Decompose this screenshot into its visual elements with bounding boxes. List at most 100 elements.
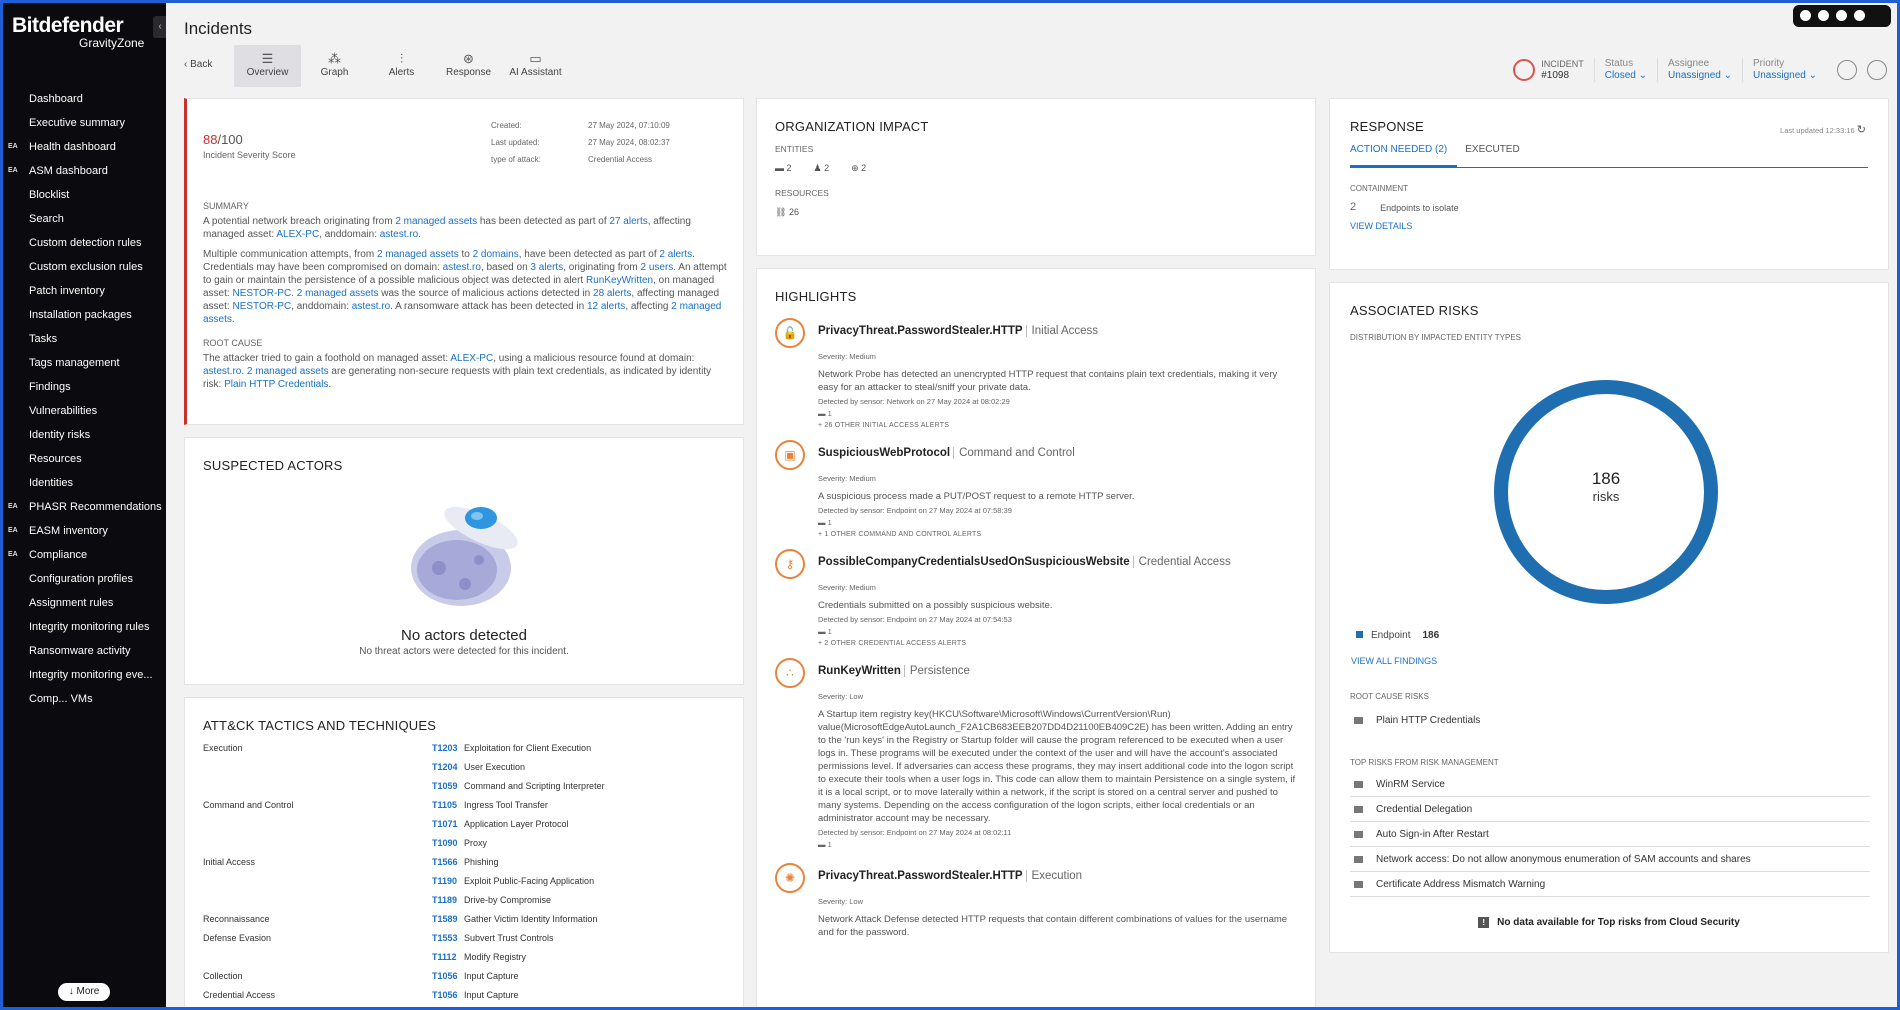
tab-executed[interactable]: EXECUTED — [1457, 144, 1519, 167]
highlight-count[interactable]: ▬ 1 — [818, 409, 1297, 418]
notifications-icon[interactable] — [1854, 10, 1865, 21]
technique-code[interactable]: T1566 — [432, 857, 464, 876]
settings-icon[interactable] — [1867, 60, 1887, 80]
highlight-detected: Detected by sensor: Endpoint on 27 May 2… — [818, 615, 1012, 624]
highlight-count[interactable]: ▬ 1 — [818, 840, 1297, 849]
sidebar-item-integrity-monitoring-rules[interactable]: Integrity monitoring rules — [3, 615, 166, 639]
sidebar-item-easm-inventory[interactable]: EA EASM inventory — [3, 519, 166, 543]
tab-ai-assistant[interactable]: ▭ AI Assistant — [502, 45, 569, 87]
sidebar-item-vulnerabilities[interactable]: Vulnerabilities — [3, 399, 166, 423]
highlight-count[interactable]: ▬ 1 — [818, 627, 1297, 636]
technique-code[interactable]: T1056 — [432, 990, 464, 1007]
endpoint-count[interactable]: ▬ 2 — [775, 163, 792, 174]
tab-graph[interactable]: ⁂ Graph — [301, 45, 368, 87]
more-button[interactable]: ↓ More — [58, 983, 110, 1001]
technique-code[interactable]: T1204 — [432, 762, 464, 781]
tab-alerts[interactable]: ⫶ Alerts — [368, 45, 435, 87]
top-risk-item[interactable]: Credential Delegation — [1350, 797, 1870, 822]
sidebar-item-custom-detection-rules[interactable]: Custom detection rules — [3, 231, 166, 255]
sidebar-item-comp-vms[interactable]: Comp... VMs — [3, 687, 166, 711]
top-risk-item[interactable]: Auto Sign-in After Restart — [1350, 822, 1870, 847]
assignee-dropdown[interactable]: Assignee Unassigned ⌄ — [1657, 58, 1742, 82]
sidebar-item-configuration-profiles[interactable]: Configuration profiles — [3, 567, 166, 591]
technique-code[interactable]: T1056 — [432, 971, 464, 990]
highlight-title[interactable]: PrivacyThreat.PasswordStealer.HTTP Execut… — [818, 863, 1297, 882]
top-risk-item[interactable]: Certificate Address Mismatch Warning — [1350, 872, 1870, 897]
sidebar-item-assignment-rules[interactable]: Assignment rules — [3, 591, 166, 615]
sidebar-item-search[interactable]: Search — [3, 207, 166, 231]
edit-icon[interactable] — [1837, 60, 1857, 80]
sidebar-item-label: Executive summary — [29, 117, 125, 129]
refresh-icon[interactable]: ↻ — [1857, 124, 1866, 136]
highlight-title[interactable]: PrivacyThreat.PasswordStealer.HTTP Initia… — [818, 318, 1297, 337]
top-risk-item[interactable]: WinRM Service — [1350, 772, 1870, 797]
gift-icon[interactable] — [1836, 10, 1847, 21]
suspected-actors-card: SUSPECTED ACTORS No actors detected No t… — [184, 437, 744, 685]
attack-row: T1189 Drive-by Compromise — [203, 895, 725, 914]
technique-code[interactable]: T1589 — [432, 914, 464, 933]
sidebar-item-label: Search — [29, 213, 64, 225]
response-icon: ⊛ — [463, 51, 474, 66]
resources-count[interactable]: ⛓ 26 — [775, 207, 1297, 218]
highlight-title[interactable]: RunKeyWritten Persistence — [818, 658, 1297, 677]
collapse-sidebar-button[interactable]: ‹ — [153, 16, 166, 38]
brand-logo[interactable]: Bitdefender GravityZone — [3, 3, 166, 55]
terminal-icon: ▣ — [775, 440, 805, 470]
sidebar-item-custom-exclusion-rules[interactable]: Custom exclusion rules — [3, 255, 166, 279]
donut-center: 186 risks — [1591, 469, 1621, 504]
other-alerts-link[interactable]: + 1 OTHER COMMAND AND CONTROL ALERTS — [818, 531, 1297, 538]
sidebar-item-phasr-recommendations[interactable]: EA PHASR Recommendations — [3, 495, 166, 519]
technique-name: Command and Scripting Interpreter — [464, 781, 605, 791]
sidebar-item-executive-summary[interactable]: Executive summary — [3, 111, 166, 135]
tactic-name — [203, 952, 432, 971]
view-details-link[interactable]: VIEW DETAILS — [1350, 221, 1868, 231]
shield-icon[interactable] — [1818, 10, 1829, 21]
sidebar-item-patch-inventory[interactable]: Patch inventory — [3, 279, 166, 303]
tab-overview[interactable]: ☰ Overview — [234, 45, 301, 87]
technique-code[interactable]: T1189 — [432, 895, 464, 914]
domain-count[interactable]: ⊕ 2 — [851, 163, 866, 174]
user-count[interactable]: ♟ 2 — [814, 163, 830, 174]
highlight-count[interactable]: ▬ 1 — [818, 518, 1297, 527]
sidebar-item-compliance[interactable]: EA Compliance — [3, 543, 166, 567]
no-actors-title: No actors detected — [401, 627, 527, 644]
sidebar-item-installation-packages[interactable]: Installation packages — [3, 303, 166, 327]
priority-dropdown[interactable]: Priority Unassigned ⌄ — [1742, 58, 1827, 82]
sidebar-item-tags-management[interactable]: Tags management — [3, 351, 166, 375]
other-alerts-link[interactable]: + 26 OTHER INITIAL ACCESS ALERTS — [818, 422, 1297, 429]
technique-code[interactable]: T1071 — [432, 819, 464, 838]
sidebar-item-identities[interactable]: Identities — [3, 471, 166, 495]
sidebar-item-health-dashboard[interactable]: EA Health dashboard — [3, 135, 166, 159]
sidebar-item-findings[interactable]: Findings — [3, 375, 166, 399]
sidebar-item-integrity-monitoring-eve[interactable]: Integrity monitoring eve... — [3, 663, 166, 687]
back-button[interactable]: ‹ Back — [184, 45, 234, 87]
attack-row: T1059 Command and Scripting Interpreter — [203, 781, 725, 800]
highlight-title[interactable]: PossibleCompanyCredentialsUsedOnSuspicio… — [818, 549, 1297, 568]
status-dropdown[interactable]: Status Closed ⌄ — [1593, 58, 1657, 82]
sidebar-item-asm-dashboard[interactable]: EA ASM dashboard — [3, 159, 166, 183]
sidebar-item-resources[interactable]: Resources — [3, 447, 166, 471]
other-alerts-link[interactable]: + 2 OTHER CREDENTIAL ACCESS ALERTS — [818, 640, 1297, 647]
view-all-findings-link[interactable]: VIEW ALL FINDINGS — [1351, 656, 1437, 666]
technique-code[interactable]: T1112 — [432, 952, 464, 971]
technique-code[interactable]: T1059 — [432, 781, 464, 800]
sidebar-item-identity-risks[interactable]: Identity risks — [3, 423, 166, 447]
sidebar-item-blocklist[interactable]: Blocklist — [3, 183, 166, 207]
technique-code[interactable]: T1105 — [432, 800, 464, 819]
sidebar-item-ransomware-activity[interactable]: Ransomware activity — [3, 639, 166, 663]
technique-code[interactable]: T1203 — [432, 743, 464, 762]
no-actors-text: No threat actors were detected for this … — [359, 646, 569, 657]
technique-code[interactable]: T1090 — [432, 838, 464, 857]
technique-code[interactable]: T1190 — [432, 876, 464, 895]
tab-response[interactable]: ⊛ Response — [435, 45, 502, 87]
tactic-name: Command and Control — [203, 800, 294, 810]
top-risk-item[interactable]: Network access: Do not allow anonymous e… — [1350, 847, 1870, 872]
user-icon[interactable] — [1800, 10, 1811, 21]
sidebar-item-dashboard[interactable]: Dashboard — [3, 87, 166, 111]
risk-item[interactable]: Plain HTTP Credentials — [1350, 708, 1870, 733]
tab-action-needed[interactable]: ACTION NEEDED (2) — [1350, 144, 1458, 167]
technique-code[interactable]: T1553 — [432, 933, 464, 952]
highlight-item: ∴ RunKeyWritten Persistence Severity: Low A … — [775, 658, 1297, 849]
sidebar-item-tasks[interactable]: Tasks — [3, 327, 166, 351]
highlight-title[interactable]: SuspiciousWebProtocol Command and Control — [818, 440, 1297, 459]
